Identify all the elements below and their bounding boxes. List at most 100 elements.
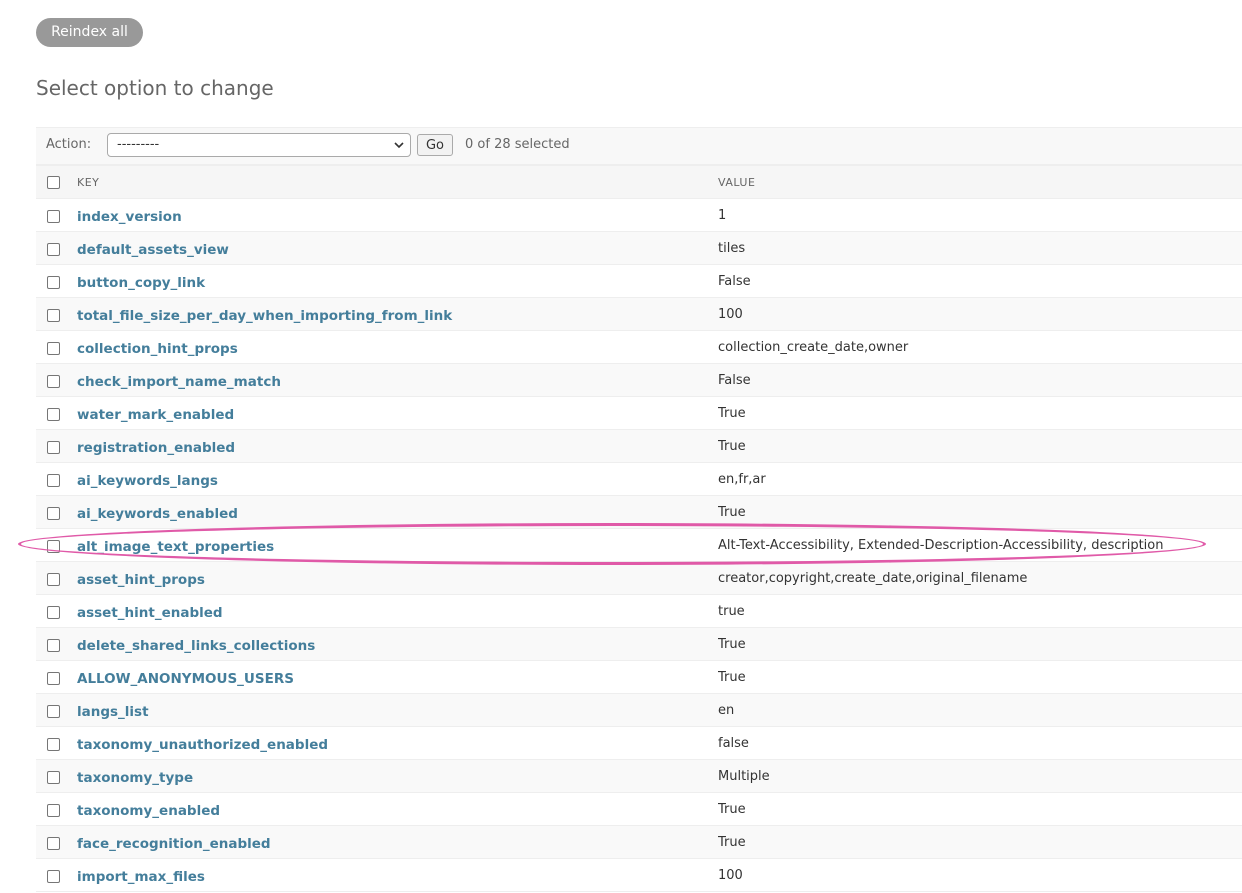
- option-key-link[interactable]: water_mark_enabled: [77, 407, 234, 423]
- option-key-link[interactable]: taxonomy_unauthorized_enabled: [77, 737, 328, 753]
- row-checkbox[interactable]: [47, 704, 60, 718]
- table-row: water_mark_enabled True: [36, 396, 1242, 430]
- select-all-checkbox[interactable]: [47, 175, 60, 189]
- row-checkbox[interactable]: [47, 836, 60, 850]
- key-cell: ai_keywords_enabled: [77, 495, 718, 529]
- option-key-link[interactable]: ai_keywords_enabled: [77, 506, 238, 522]
- row-checkbox[interactable]: [47, 605, 60, 619]
- select-all-cell: [36, 165, 77, 199]
- option-key-link[interactable]: total_file_size_per_day_when_importing_f…: [77, 308, 452, 324]
- key-cell: total_file_size_per_day_when_importing_f…: [77, 297, 718, 331]
- row-checkbox[interactable]: [47, 572, 60, 586]
- key-cell: delete_shared_links_collections: [77, 627, 718, 661]
- option-key-link[interactable]: ALLOW_ANONYMOUS_USERS: [77, 671, 294, 687]
- option-value: True: [718, 660, 1242, 694]
- option-value: en,fr,ar: [718, 462, 1242, 496]
- row-checkbox[interactable]: [47, 539, 60, 553]
- key-cell: collection_hint_props: [77, 330, 718, 364]
- key-cell: index_version: [77, 198, 718, 232]
- table-header-row: KEY VALUE: [36, 165, 1242, 199]
- option-key-link[interactable]: langs_list: [77, 704, 149, 720]
- table-row: asset_hint_props creator,copyright,create…: [36, 561, 1242, 595]
- row-select-cell: [36, 495, 77, 529]
- option-key-link[interactable]: taxonomy_enabled: [77, 803, 220, 819]
- option-key-link[interactable]: face_recognition_enabled: [77, 836, 271, 852]
- row-select-cell: [36, 561, 77, 595]
- option-key-link[interactable]: delete_shared_links_collections: [77, 638, 315, 654]
- key-cell: taxonomy_enabled: [77, 792, 718, 826]
- option-key-link[interactable]: alt_image_text_properties: [77, 539, 274, 555]
- row-select-cell: [36, 462, 77, 496]
- option-value: False: [718, 264, 1242, 298]
- go-button[interactable]: Go: [417, 134, 453, 156]
- row-checkbox[interactable]: [47, 407, 60, 421]
- option-key-link[interactable]: taxonomy_type: [77, 770, 193, 786]
- row-checkbox[interactable]: [47, 242, 60, 256]
- table-row: asset_hint_enabled true: [36, 594, 1242, 628]
- row-checkbox[interactable]: [47, 209, 60, 223]
- key-cell: water_mark_enabled: [77, 396, 718, 430]
- reindex-all-button[interactable]: Reindex all: [36, 18, 143, 47]
- key-cell: asset_hint_props: [77, 561, 718, 595]
- table-row: import_max_files 100: [36, 858, 1242, 892]
- option-value: false: [718, 726, 1242, 760]
- table-row: registration_enabled True: [36, 429, 1242, 463]
- option-key-link[interactable]: asset_hint_enabled: [77, 605, 223, 621]
- option-value: True: [718, 495, 1242, 529]
- row-select-cell: [36, 594, 77, 628]
- action-select[interactable]: ---------: [107, 133, 411, 157]
- row-select-cell: [36, 198, 77, 232]
- action-select-value: ---------: [117, 137, 160, 152]
- table-row: langs_list en: [36, 693, 1242, 727]
- row-checkbox[interactable]: [47, 473, 60, 487]
- column-header-key[interactable]: KEY: [77, 165, 718, 199]
- row-checkbox[interactable]: [47, 440, 60, 454]
- option-key-link[interactable]: check_import_name_match: [77, 374, 281, 390]
- table-row: ai_keywords_langs en,fr,ar: [36, 462, 1242, 496]
- row-checkbox[interactable]: [47, 671, 60, 685]
- option-key-link[interactable]: registration_enabled: [77, 440, 235, 456]
- option-key-link[interactable]: import_max_files: [77, 869, 205, 885]
- key-cell: taxonomy_type: [77, 759, 718, 793]
- option-key-link[interactable]: asset_hint_props: [77, 572, 205, 588]
- row-checkbox[interactable]: [47, 737, 60, 751]
- row-select-cell: [36, 858, 77, 892]
- table-row: total_file_size_per_day_when_importing_f…: [36, 297, 1242, 331]
- admin-changelist-page: Reindex all Select option to change Acti…: [0, 0, 1242, 893]
- row-select-cell: [36, 660, 77, 694]
- option-key-link[interactable]: collection_hint_props: [77, 341, 238, 357]
- table-row: alt_image_text_properties Alt-Text-Access…: [36, 528, 1242, 562]
- option-value: 100: [718, 858, 1242, 892]
- row-checkbox[interactable]: [47, 341, 60, 355]
- table-row: check_import_name_match False: [36, 363, 1242, 397]
- option-key-link[interactable]: default_assets_view: [77, 242, 229, 258]
- selection-counter: 0 of 28 selected: [465, 137, 570, 152]
- key-cell: langs_list: [77, 693, 718, 727]
- row-checkbox[interactable]: [47, 803, 60, 817]
- column-header-value[interactable]: VALUE: [718, 165, 1242, 199]
- row-checkbox[interactable]: [47, 308, 60, 322]
- row-select-cell: [36, 759, 77, 793]
- table-row: delete_shared_links_collections True: [36, 627, 1242, 661]
- option-key-link[interactable]: button_copy_link: [77, 275, 205, 291]
- row-checkbox[interactable]: [47, 275, 60, 289]
- option-key-link[interactable]: ai_keywords_langs: [77, 473, 218, 489]
- key-cell: taxonomy_unauthorized_enabled: [77, 726, 718, 760]
- option-value: creator,copyright,create_date,original_f…: [718, 561, 1242, 595]
- option-value: collection_create_date,owner: [718, 330, 1242, 364]
- row-checkbox[interactable]: [47, 374, 60, 388]
- row-checkbox[interactable]: [47, 506, 60, 520]
- table-row: taxonomy_type Multiple: [36, 759, 1242, 793]
- option-value: True: [718, 792, 1242, 826]
- row-select-cell: [36, 363, 77, 397]
- key-cell: check_import_name_match: [77, 363, 718, 397]
- table-row: ALLOW_ANONYMOUS_USERS True: [36, 660, 1242, 694]
- row-checkbox[interactable]: [47, 638, 60, 652]
- table-body: index_version 1 default_assets_view tiles bu…: [36, 198, 1242, 892]
- option-key-link[interactable]: index_version: [77, 209, 182, 225]
- key-cell: button_copy_link: [77, 264, 718, 298]
- row-checkbox[interactable]: [47, 770, 60, 784]
- row-checkbox[interactable]: [47, 869, 60, 883]
- option-value: True: [718, 429, 1242, 463]
- row-select-cell: [36, 693, 77, 727]
